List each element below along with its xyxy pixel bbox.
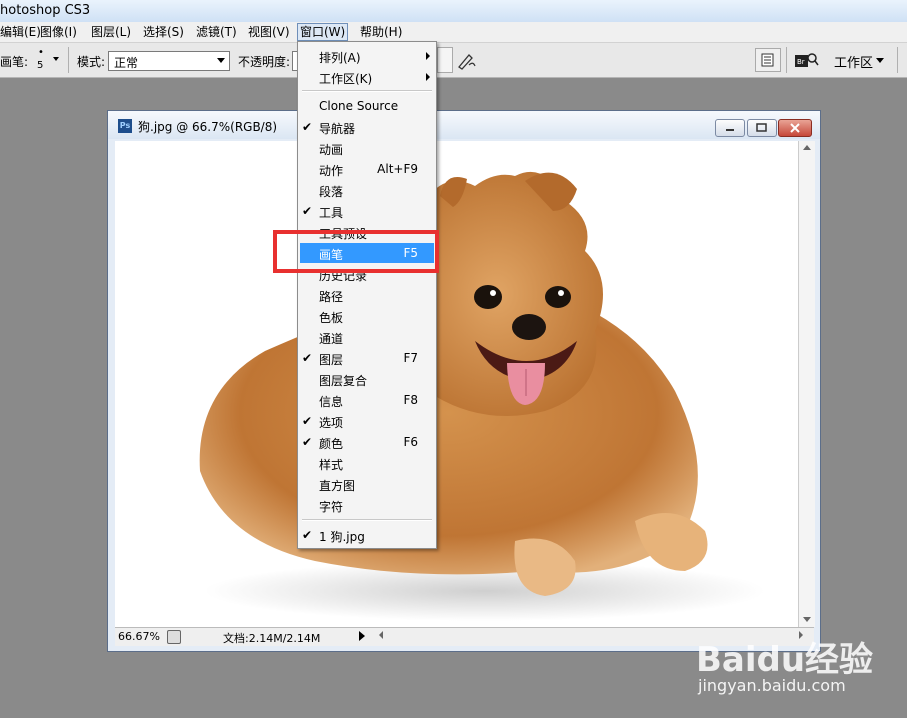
menu-item-arrange[interactable]: 排列(A) bbox=[300, 46, 434, 66]
palette-well-button[interactable] bbox=[755, 48, 781, 72]
mode-value: 正常 bbox=[114, 56, 139, 70]
status-toggle-icon[interactable] bbox=[167, 630, 181, 644]
checkmark-icon: ✔ bbox=[302, 120, 313, 134]
airbrush-button[interactable] bbox=[437, 47, 453, 73]
vertical-scrollbar[interactable] bbox=[798, 141, 815, 627]
menu-item-clone-source[interactable]: Clone Source bbox=[300, 96, 434, 116]
photoshop-file-icon: Ps bbox=[118, 119, 132, 133]
document-title-bar[interactable]: Ps 狗.jpg @ 66.7%(RGB/8) bbox=[108, 111, 820, 139]
brush-size: 5 bbox=[37, 60, 44, 71]
document-title: 狗.jpg @ 66.7%(RGB/8) bbox=[138, 120, 278, 134]
menu-window[interactable]: 窗口(W) bbox=[297, 23, 349, 41]
scroll-left-icon[interactable] bbox=[379, 631, 383, 639]
opacity-label: 不透明度: bbox=[238, 55, 291, 69]
menu-item-styles[interactable]: 样式 bbox=[300, 453, 434, 473]
brush-label: 画笔: bbox=[0, 55, 29, 69]
menu-layer[interactable]: 图层(L) bbox=[89, 24, 133, 40]
menu-item-histogram[interactable]: 直方图 bbox=[300, 474, 434, 494]
minimize-button[interactable] bbox=[715, 119, 745, 137]
chevron-down-icon bbox=[53, 57, 59, 61]
menu-edit[interactable]: 编辑(E) bbox=[0, 24, 43, 40]
close-icon bbox=[790, 123, 800, 133]
menu-item-actions[interactable]: 动作 Alt+F9 bbox=[300, 159, 434, 179]
close-button[interactable] bbox=[778, 119, 812, 137]
watermark-brand: Baidu经验 bbox=[696, 640, 874, 680]
maximize-icon bbox=[756, 123, 767, 132]
workspace-menu-button[interactable]: 工作区 bbox=[826, 49, 892, 71]
menu-item-animation[interactable]: 动画 bbox=[300, 138, 434, 158]
menu-separator bbox=[302, 519, 432, 521]
menu-item-channels[interactable]: 通道 bbox=[300, 327, 434, 347]
options-bar: 画笔: • 5 模式: 正常 不透明度: Br 工作区 bbox=[0, 43, 907, 78]
status-menu-arrow-icon[interactable] bbox=[359, 631, 365, 641]
menu-bar: 编辑(E) 图像(I) 图层(L) 选择(S) 滤镜(T) 视图(V) 窗口(W… bbox=[0, 22, 907, 43]
menu-item-color[interactable]: ✔ 颜色 F6 bbox=[300, 432, 434, 452]
menu-item-tools[interactable]: ✔ 工具 bbox=[300, 201, 434, 221]
menu-filter[interactable]: 滤镜(T) bbox=[194, 24, 239, 40]
menu-view[interactable]: 视图(V) bbox=[246, 24, 292, 40]
submenu-arrow-icon bbox=[426, 73, 430, 81]
app-title-bar: hotoshop CS3 bbox=[0, 0, 907, 23]
chevron-down-icon bbox=[217, 58, 225, 63]
minimize-icon bbox=[726, 129, 734, 131]
highlight-callout-box bbox=[273, 230, 439, 273]
menu-help[interactable]: 帮助(H) bbox=[358, 24, 404, 40]
divider bbox=[68, 47, 69, 73]
pen-icon bbox=[458, 54, 476, 70]
zoom-level[interactable]: 66.67% bbox=[118, 630, 160, 643]
divider bbox=[897, 47, 898, 73]
checkmark-icon: ✔ bbox=[302, 204, 313, 218]
menu-separator bbox=[302, 90, 432, 92]
bridge-icon: Br bbox=[795, 53, 819, 67]
document-info: 文档:2.14M/2.14M bbox=[223, 632, 321, 645]
divider bbox=[786, 47, 787, 73]
menu-item-character[interactable]: 字符 bbox=[300, 495, 434, 515]
watermark-site: jingyan.baidu.com bbox=[698, 676, 846, 695]
tablet-pressure-button[interactable] bbox=[455, 49, 477, 71]
menu-item-open-document[interactable]: ✔ 1 狗.jpg bbox=[300, 525, 434, 545]
maximize-button[interactable] bbox=[747, 119, 777, 137]
mode-select[interactable]: 正常 bbox=[108, 51, 230, 71]
menu-item-swatches[interactable]: 色板 bbox=[300, 306, 434, 326]
app-title: hotoshop CS3 bbox=[0, 3, 91, 18]
mode-label: 模式: bbox=[77, 55, 106, 69]
menu-item-paths[interactable]: 路径 bbox=[300, 285, 434, 305]
menu-item-layers[interactable]: ✔ 图层 F7 bbox=[300, 348, 434, 368]
checkmark-icon: ✔ bbox=[302, 528, 313, 542]
menu-item-workspace[interactable]: 工作区(K) bbox=[300, 67, 434, 87]
menu-item-paragraph[interactable]: 段落 bbox=[300, 180, 434, 200]
brush-dot-icon: • bbox=[38, 47, 44, 58]
checkmark-icon: ✔ bbox=[302, 351, 313, 365]
document-icon bbox=[761, 53, 774, 67]
image-canvas[interactable] bbox=[115, 141, 798, 627]
menu-image[interactable]: 图像(I) bbox=[38, 24, 79, 40]
submenu-arrow-icon bbox=[426, 52, 430, 60]
window-menu-dropdown: 排列(A) 工作区(K) Clone Source ✔ 导航器 动画 动作 Alt+… bbox=[297, 41, 437, 549]
baidu-watermark: Baidu经验 jingyan.baidu.com bbox=[696, 622, 896, 702]
document-window[interactable]: Ps 狗.jpg @ 66.7%(RGB/8) 66.67% 文档:2.14M/… bbox=[107, 110, 821, 652]
scroll-up-icon[interactable] bbox=[803, 145, 811, 150]
checkmark-icon: ✔ bbox=[302, 435, 313, 449]
bridge-button[interactable]: Br bbox=[793, 49, 819, 71]
brush-preset-picker[interactable]: • 5 bbox=[33, 47, 63, 73]
menu-item-info[interactable]: 信息 F8 bbox=[300, 390, 434, 410]
chevron-down-icon bbox=[876, 58, 884, 63]
dog-photo bbox=[199, 171, 765, 621]
menu-item-navigator[interactable]: ✔ 导航器 bbox=[300, 117, 434, 137]
checkmark-icon: ✔ bbox=[302, 414, 313, 428]
menu-item-options[interactable]: ✔ 选项 bbox=[300, 411, 434, 431]
menu-select[interactable]: 选择(S) bbox=[141, 24, 186, 40]
svg-text:Br: Br bbox=[797, 58, 805, 66]
menu-item-layer-comps[interactable]: 图层复合 bbox=[300, 369, 434, 389]
workspace-label: 工作区 bbox=[834, 56, 874, 71]
